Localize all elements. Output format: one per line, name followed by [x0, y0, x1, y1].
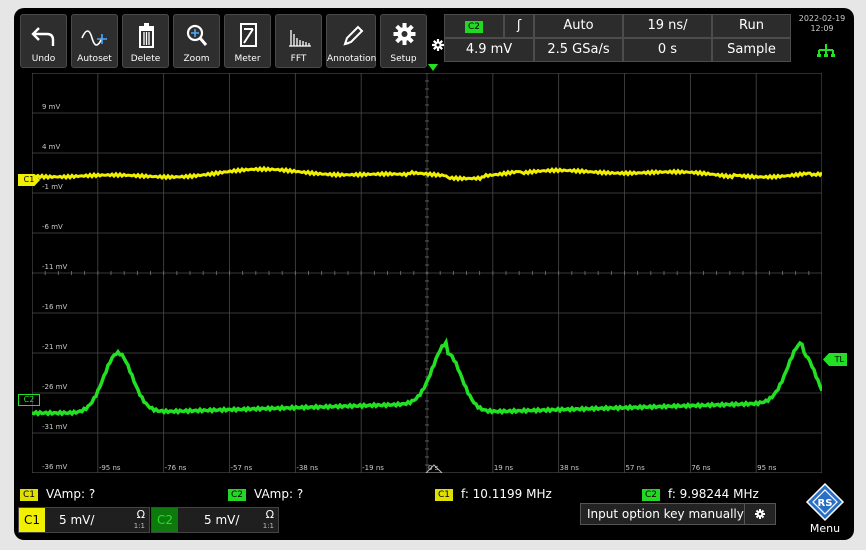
gear-icon: [393, 23, 416, 45]
undo-icon: [31, 27, 55, 46]
y-tick-label: -1 mV: [42, 183, 63, 191]
acquisition-mode[interactable]: Sample: [712, 38, 791, 62]
delete-button[interactable]: Delete: [122, 14, 169, 68]
waveform-grid[interactable]: 9 mV 4 mV -1 mV -6 mV -11 mV -16 mV -21 mV -26 …: [32, 73, 822, 473]
x-tick-label: -57 ns: [231, 464, 253, 472]
measurement-c1-vamp[interactable]: C1 VAmp: ?: [20, 486, 95, 502]
autoset-button[interactable]: Autoset: [71, 14, 118, 68]
x-tick-label: -76 ns: [165, 464, 187, 472]
menu-button[interactable]: RS Menu: [798, 482, 852, 538]
network-icon: [817, 44, 835, 57]
autoset-icon: [81, 30, 107, 46]
zoom-button[interactable]: Zoom: [173, 14, 220, 68]
y-tick-label: -31 mV: [42, 423, 67, 431]
trigger-offset[interactable]: 0 s: [623, 38, 712, 62]
y-tick-label: -36 mV: [42, 463, 67, 471]
trigger-slope[interactable]: ʃ: [504, 14, 534, 38]
annotation-button[interactable]: Annotation: [326, 14, 376, 68]
c2-offset-marker[interactable]: C2: [18, 394, 40, 406]
x-tick-label: 57 ns: [626, 464, 646, 472]
trigger-level[interactable]: 4.9 mV: [444, 38, 534, 62]
trigger-source[interactable]: C2: [444, 14, 504, 38]
y-tick-label: -21 mV: [42, 343, 67, 351]
measurement-c2-vamp[interactable]: C2 VAmp: ?: [228, 486, 303, 502]
y-tick-label: 4 mV: [42, 143, 60, 151]
y-tick-label: -6 mV: [42, 223, 63, 231]
gear-icon[interactable]: [431, 38, 445, 52]
measurement-c2-freq[interactable]: C2 f: 9.98244 MHz: [642, 486, 759, 502]
x-tick-label: 38 ns: [560, 464, 580, 472]
trigger-level-marker[interactable]: TL: [823, 353, 847, 366]
x-tick-label: 19 ns: [494, 464, 514, 472]
x-tick-label: -38 ns: [296, 464, 318, 472]
svg-text:RS: RS: [818, 498, 833, 509]
acquisition-state[interactable]: Run: [712, 14, 791, 38]
x-tick-label: 95 ns: [757, 464, 777, 472]
x-tick-label: -95 ns: [99, 464, 121, 472]
y-tick-label: -11 mV: [42, 263, 67, 271]
x-tick-label: -19 ns: [362, 464, 384, 472]
x-tick-label: 76 ns: [691, 464, 711, 472]
gear-icon: [755, 509, 765, 519]
oscilloscope-screen: Undo Autoset Delete Zoom Meter FFT Annot…: [14, 8, 854, 540]
clock: 2022-02-19 12:09: [798, 14, 846, 33]
meter-icon: [240, 23, 257, 47]
timebase[interactable]: 19 ns/: [623, 14, 712, 38]
channel-c2-box[interactable]: C2 5 mV/ Ω 1:1: [151, 507, 279, 533]
fft-icon: [289, 30, 311, 47]
measurement-c1-freq[interactable]: C1 f: 10.1199 MHz: [435, 486, 552, 502]
y-tick-label: -26 mV: [42, 383, 67, 391]
pencil-icon: [343, 25, 364, 46]
fft-button[interactable]: FFT: [275, 14, 322, 68]
option-key-bar[interactable]: Input option key manually: [580, 503, 776, 525]
channel-c1-box[interactable]: C1 5 mV/ Ω 1:1: [18, 507, 150, 533]
rohde-schwarz-logo-icon: RS: [805, 482, 845, 522]
meter-button[interactable]: Meter: [224, 14, 271, 68]
trash-icon: [139, 23, 154, 48]
y-tick-label: -16 mV: [42, 303, 67, 311]
zoom-icon: [186, 24, 208, 46]
y-tick-label: 9 mV: [42, 103, 60, 111]
sample-rate[interactable]: 2.5 GSa/s: [534, 38, 623, 62]
option-settings-button[interactable]: [744, 504, 775, 524]
setup-button[interactable]: Setup: [380, 14, 427, 68]
trigger-mode[interactable]: Auto: [534, 14, 623, 38]
undo-button[interactable]: Undo: [20, 14, 67, 68]
